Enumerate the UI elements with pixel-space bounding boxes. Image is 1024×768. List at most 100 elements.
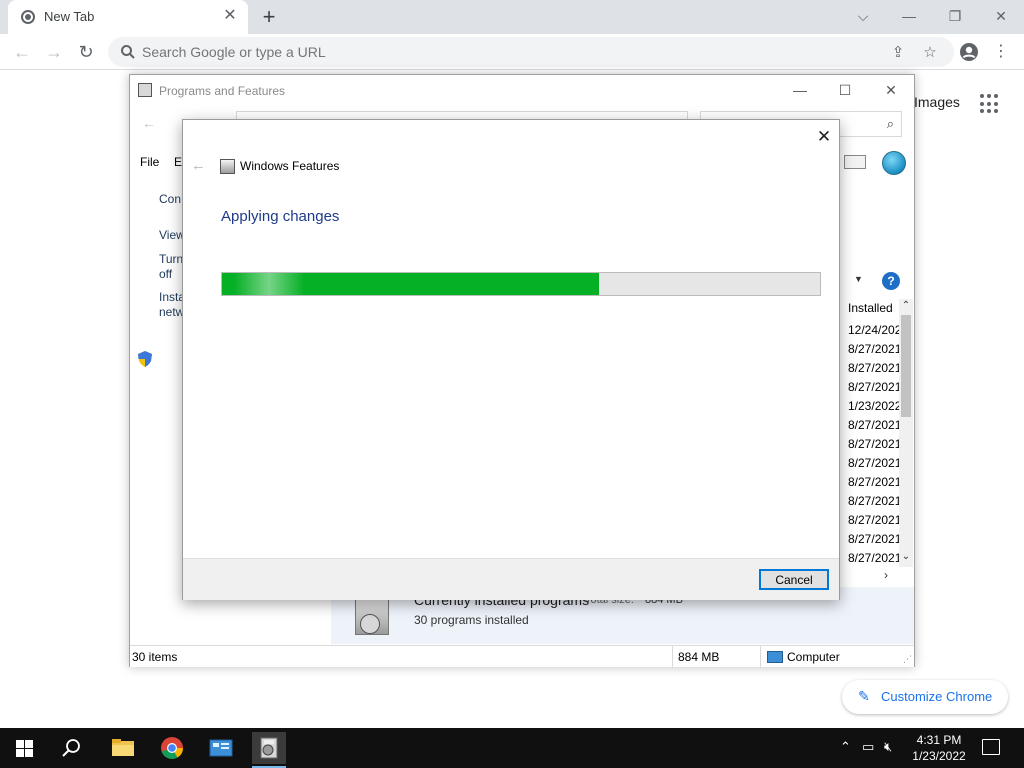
dialog-back-arrow-icon: ←: [191, 157, 206, 174]
pf-window-title: Programs and Features: [159, 84, 286, 98]
applying-changes-heading: Applying changes: [221, 208, 340, 225]
tray-overflow-chevron-icon[interactable]: ⌃: [840, 739, 851, 755]
list-item[interactable]: 8/27/2021: [848, 359, 902, 378]
omnibox-input[interactable]: [142, 42, 702, 62]
sidebar-link-install-network-2[interactable]: netw: [159, 305, 184, 320]
installed-date-column: 12/24/202 8/27/2021 8/27/2021 8/27/2021 …: [848, 321, 902, 568]
tab-search-chevron-icon[interactable]: ⌵: [840, 2, 886, 30]
profile-avatar-icon[interactable]: [956, 39, 982, 65]
chrome-menu-kebab-icon[interactable]: ⋮: [988, 39, 1014, 65]
close-window-icon[interactable]: ✕: [978, 2, 1024, 30]
taskbar-clock[interactable]: 4:31 PM 1/23/2022: [906, 732, 972, 764]
progress-glow: [234, 273, 304, 295]
scroll-thumb[interactable]: [901, 315, 911, 417]
list-item[interactable]: 1/23/2022: [848, 397, 902, 416]
taskbar-search-icon[interactable]: [60, 736, 84, 760]
menu-file[interactable]: File: [140, 155, 159, 169]
status-item-count: 30 items: [132, 650, 178, 664]
sidebar-link-turn-features[interactable]: Turn: [159, 252, 183, 267]
pf-close-icon[interactable]: ✕: [876, 79, 906, 101]
list-item[interactable]: 8/27/2021: [848, 435, 902, 454]
bookmark-star-icon[interactable]: ☆: [920, 43, 940, 61]
control-panel-icon: [138, 83, 152, 97]
scroll-right-icon[interactable]: ›: [884, 568, 888, 582]
chrome-toolbar: ← → ↻ ⇪ ☆ ⋮: [0, 34, 1024, 70]
installed-programs-icon: [355, 599, 389, 635]
help-icon[interactable]: ?: [882, 272, 900, 290]
control-panel-taskbar-icon[interactable]: [204, 732, 238, 764]
chrome-favicon-icon: [21, 10, 35, 24]
google-apps-grid-icon[interactable]: [980, 94, 1000, 114]
browser-tab-new-tab[interactable]: New Tab ✕: [8, 0, 248, 34]
menu-edit[interactable]: E: [174, 155, 182, 169]
sidebar-link-control-panel-home[interactable]: Con: [159, 192, 181, 207]
taskbar: ⌃ ▭ 🔇︎ 4:31 PM 1/23/2022: [0, 728, 1024, 768]
details-count: 30 programs installed: [414, 613, 529, 627]
list-item[interactable]: 8/27/2021: [848, 549, 902, 568]
list-item[interactable]: 12/24/202: [848, 321, 902, 340]
sidebar-link-view-updates[interactable]: View: [159, 228, 185, 243]
pf-minimize-icon[interactable]: —: [785, 79, 815, 101]
status-separator: [672, 646, 673, 668]
omnibox[interactable]: ⇪ ☆: [108, 37, 954, 67]
clock-date: 1/23/2022: [912, 749, 966, 763]
forward-arrow-icon[interactable]: →: [40, 38, 68, 66]
clock-time: 4:31 PM: [916, 733, 962, 747]
ntp-images-link[interactable]: Images: [914, 94, 960, 110]
list-item[interactable]: 8/27/2021: [848, 416, 902, 435]
tab-close-icon[interactable]: ✕: [220, 6, 240, 26]
sidebar-link-turn-features-off[interactable]: off: [159, 267, 172, 282]
list-item[interactable]: 8/27/2021: [848, 340, 902, 359]
pf-status-bar: 30 items 884 MB Computer ⋰: [130, 645, 914, 668]
pf-maximize-icon[interactable]: ☐: [830, 79, 860, 101]
reload-icon[interactable]: ↻: [72, 38, 100, 66]
dialog-close-icon[interactable]: ✕: [813, 126, 835, 148]
windows-features-icon: [220, 159, 235, 174]
resize-grip-icon[interactable]: ⋰: [903, 654, 912, 665]
progress-bar: [221, 272, 821, 296]
minimize-icon[interactable]: —: [886, 2, 932, 30]
list-item[interactable]: 8/27/2021: [848, 492, 902, 511]
dialog-footer: Cancel: [183, 558, 839, 600]
pf-vertical-scrollbar[interactable]: ⌃ ⌄: [899, 299, 913, 567]
status-location: Computer: [787, 650, 840, 664]
network-icon[interactable]: ▭: [862, 739, 874, 755]
list-item[interactable]: 8/27/2021: [848, 473, 902, 492]
globe-icon: [882, 151, 906, 175]
change-view-icon[interactable]: [844, 155, 866, 169]
tab-title: New Tab: [44, 9, 95, 24]
share-icon[interactable]: ⇪: [888, 43, 908, 61]
list-item[interactable]: 8/27/2021: [848, 511, 902, 530]
action-center-icon[interactable]: [982, 739, 1000, 755]
status-separator: [760, 646, 761, 668]
speaker-muted-icon[interactable]: 🔇︎: [884, 739, 892, 755]
restore-icon[interactable]: ❐: [932, 2, 978, 30]
scroll-down-icon[interactable]: ⌄: [900, 551, 912, 562]
pencil-icon: ✎: [858, 688, 870, 704]
cancel-button[interactable]: Cancel: [759, 569, 829, 590]
search-icon: [121, 45, 135, 59]
list-item[interactable]: 8/27/2021: [848, 454, 902, 473]
status-size: 884 MB: [678, 650, 720, 664]
column-header-installed[interactable]: Installed: [848, 301, 893, 315]
list-item[interactable]: 8/27/2021: [848, 378, 902, 397]
windows-start-icon[interactable]: [16, 740, 33, 757]
pf-titlebar: Programs and Features — ☐ ✕: [130, 75, 914, 105]
back-arrow-icon[interactable]: ←: [8, 38, 36, 66]
view-dropdown-arrow-icon[interactable]: ▼: [854, 274, 863, 284]
chrome-tabstrip: New Tab ✕ + ⌵ — ❐ ✕: [0, 0, 1024, 34]
list-item[interactable]: 8/27/2021: [848, 530, 902, 549]
new-tab-button[interactable]: +: [256, 4, 282, 30]
file-explorer-icon[interactable]: [106, 732, 140, 764]
uac-shield-icon: [138, 351, 152, 367]
pf-back-arrow-icon[interactable]: ←: [142, 115, 156, 131]
customize-chrome-button[interactable]: ✎ Customize Chrome: [842, 680, 1008, 714]
customize-chrome-label: Customize Chrome: [881, 689, 993, 704]
programs-features-taskbar-icon[interactable]: [252, 732, 286, 768]
computer-icon: [767, 651, 783, 663]
scroll-up-icon[interactable]: ⌃: [900, 300, 912, 311]
dialog-title: Windows Features: [240, 159, 340, 173]
pf-search-icon: ⌕: [886, 116, 894, 131]
windows-features-dialog: ✕ ← Windows Features Applying changes Ca…: [182, 119, 840, 600]
chrome-taskbar-icon[interactable]: [155, 732, 189, 764]
